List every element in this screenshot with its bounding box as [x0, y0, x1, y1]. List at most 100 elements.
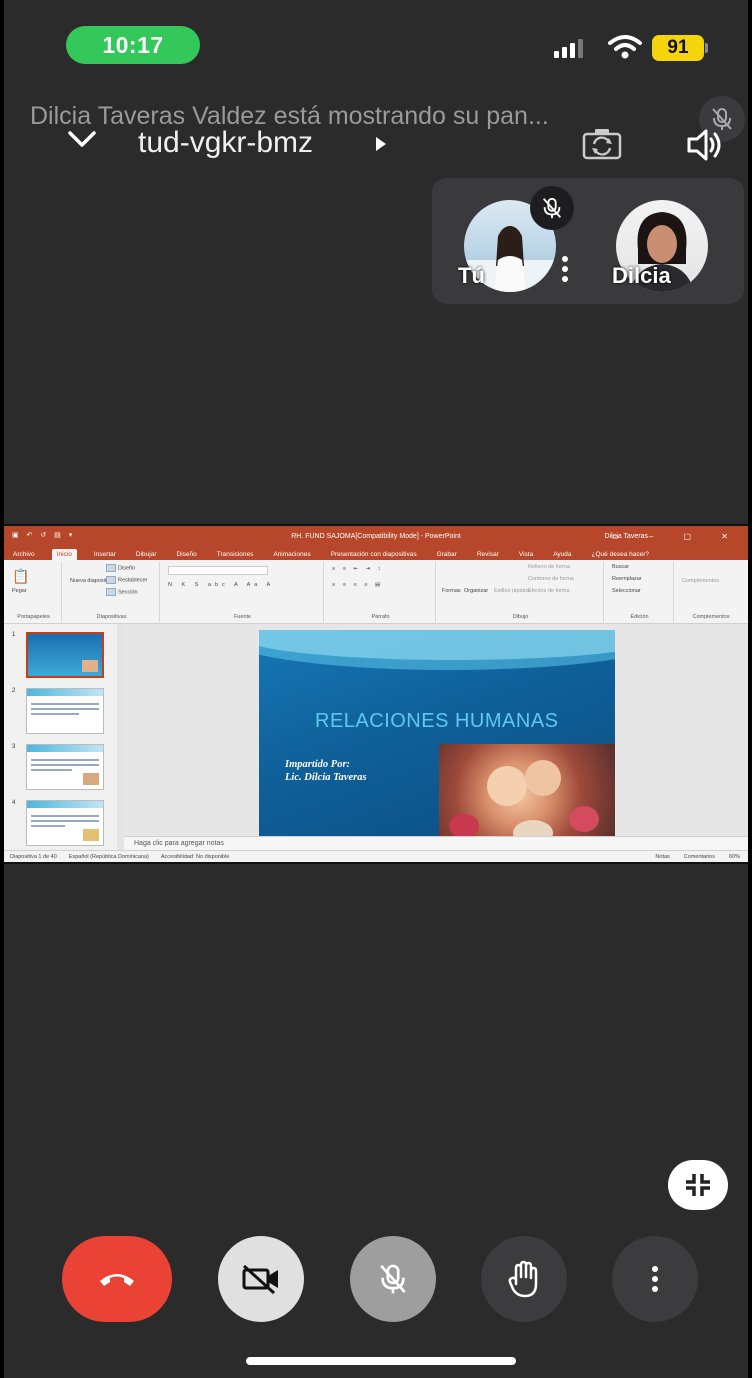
collapse-icon: [686, 1174, 710, 1196]
group-label: Dibujo: [512, 614, 529, 620]
replace-button[interactable]: Reemplazar: [612, 576, 642, 582]
self-muted-icon: [530, 186, 574, 230]
exit-fullscreen-button[interactable]: [668, 1160, 728, 1210]
mic-off-icon: [380, 1264, 406, 1294]
microphone-toggle-button[interactable]: [350, 1236, 436, 1322]
quick-styles-button[interactable]: Estilos rápidos: [494, 588, 530, 594]
raise-hand-button[interactable]: [481, 1236, 567, 1322]
window-controls[interactable]: ▭ – ▢ ✕: [611, 532, 742, 541]
shape-effects-button[interactable]: Efectos de forma: [528, 588, 570, 594]
language[interactable]: Español (República Dominicana): [69, 854, 149, 860]
tab-dibujar[interactable]: Dibujar: [133, 551, 160, 560]
participant-name-dilcia: Dilcia: [612, 263, 671, 288]
battery-icon: [705, 43, 708, 53]
speaker-icon[interactable]: [686, 128, 726, 162]
more-options-icon[interactable]: [560, 256, 570, 282]
camera-toggle-button[interactable]: [218, 1236, 304, 1322]
hang-up-icon: [100, 1274, 134, 1286]
more-vertical-icon: [652, 1266, 658, 1292]
notes-toggle[interactable]: Notas: [655, 854, 669, 860]
shapes-button[interactable]: Formas: [442, 588, 461, 594]
comments-toggle[interactable]: Comentarios: [684, 854, 715, 860]
ribbon-tabs: Archivo Inicio Insertar Dibujar Diseño T…: [4, 546, 748, 560]
wifi-icon: [608, 35, 642, 59]
tell-me-search[interactable]: ¿Qué desea hacer?: [589, 551, 652, 560]
tab-revisar[interactable]: Revisar: [474, 551, 502, 560]
slide-thumbnail[interactable]: [26, 800, 104, 846]
slide-thumbnail[interactable]: [26, 632, 104, 678]
slide-subtitle-line1: Impartido Por:: [285, 759, 351, 770]
thumb-number: 1: [12, 632, 16, 638]
list-buttons[interactable]: ≡ ≡ ⇤ ⇥ ↕: [332, 566, 384, 572]
thumb-number: 4: [12, 800, 16, 806]
reset-button[interactable]: Restablecer: [106, 576, 147, 584]
home-indicator[interactable]: [246, 1357, 516, 1365]
paste-button[interactable]: Pegar: [12, 588, 27, 594]
paste-icon[interactable]: 📋: [12, 568, 29, 585]
tab-inicio[interactable]: Inicio: [51, 549, 77, 560]
slide-subtitle-line2: Lic. Dilcia Taveras: [285, 772, 367, 783]
camera-off-icon: [242, 1264, 278, 1295]
thumb-number: 3: [12, 744, 16, 750]
caret-right-icon[interactable]: [374, 135, 388, 153]
select-button[interactable]: Seleccionar: [612, 588, 641, 594]
tab-animaciones[interactable]: Animaciones: [270, 551, 313, 560]
accessibility[interactable]: Accesibilidad: No disponible: [161, 854, 229, 860]
tab-vista[interactable]: Vista: [516, 551, 536, 560]
arrange-button[interactable]: Organizar: [464, 588, 488, 594]
shared-screen: ▣ ↶ ↺ ▤ ▾ RH. FUND SAJOMA[Compatibility …: [4, 524, 748, 864]
tab-grabar[interactable]: Grabar: [434, 551, 460, 560]
group-clipboard: 📋 Pegar Portapapeles: [6, 562, 62, 622]
group-slides: Nueva diapositiva Diseño Restablecer Sec…: [64, 562, 160, 622]
tab-insertar[interactable]: Insertar: [91, 551, 119, 560]
slide-thumbnail[interactable]: [26, 688, 104, 734]
group-label: Diapositivas: [96, 614, 127, 620]
group-editing: Buscar Reemplazar Seleccionar Edición: [606, 562, 674, 622]
zoom-level[interactable]: 60%: [729, 854, 740, 860]
meet-call-screen: 10:17 91 Dilcia Taveras Valdez está most…: [4, 0, 748, 1378]
slide-title: RELACIONES HUMANAS: [315, 710, 559, 732]
participant-name-self: Tú: [458, 263, 485, 288]
shape-outline-button[interactable]: Contorno de forma: [528, 576, 574, 582]
slide-count: Diapositiva 1 de 40: [10, 853, 57, 860]
layout-button[interactable]: Diseño: [106, 564, 135, 572]
thumb-number: 2: [12, 688, 16, 694]
switch-camera-icon[interactable]: [582, 128, 622, 160]
shape-fill-button[interactable]: Relleno de forma: [528, 564, 570, 570]
end-call-button[interactable]: [62, 1236, 172, 1322]
font-name-input[interactable]: [168, 566, 268, 575]
tab-archivo[interactable]: Archivo: [10, 551, 38, 560]
participants-panel: Tú Dilcia: [432, 178, 744, 304]
align-buttons[interactable]: ≡ ≡ ≡ ≡ ▤: [332, 582, 383, 588]
group-label: Portapapeles: [17, 614, 50, 620]
hand-icon: [508, 1260, 538, 1298]
group-font: N K S abc A Aa A Fuente: [162, 562, 324, 622]
group-label: Edición: [630, 614, 649, 620]
slide-thumbnails: 1 2 3 4 5: [4, 624, 124, 862]
section-button[interactable]: Sección: [106, 588, 138, 596]
status-time[interactable]: 10:17: [66, 26, 200, 64]
battery-level: 91: [652, 35, 704, 61]
tab-ayuda[interactable]: Ayuda: [550, 551, 574, 560]
tab-transiciones[interactable]: Transiciones: [214, 551, 257, 560]
chevron-down-icon[interactable]: [66, 128, 98, 150]
group-addins: Complementos Complementos: [676, 562, 746, 622]
thumbnails-scrollbar[interactable]: [117, 624, 124, 850]
powerpoint-workspace: 1 2 3 4 5 RELACIONES HUMANAS Impartido P…: [4, 624, 748, 862]
meeting-code[interactable]: tud-vgkr-bmz: [138, 126, 313, 160]
tab-presentacion[interactable]: Presentación con diapositivas: [328, 551, 420, 560]
group-label: Complementos: [692, 614, 730, 620]
slide-thumbnail[interactable]: [26, 744, 104, 790]
cellular-signal-icon: [554, 38, 583, 58]
group-label: Párrafo: [371, 614, 390, 620]
addins-button[interactable]: Complementos: [682, 578, 719, 584]
current-slide[interactable]: RELACIONES HUMANAS Impartido Por: Lic. D…: [259, 630, 615, 854]
slide-subtitle: Impartido Por: Lic. Dilcia Taveras: [285, 758, 367, 784]
font-format-buttons[interactable]: N K S abc A Aa A: [168, 582, 274, 588]
group-paragraph: ≡ ≡ ⇤ ⇥ ↕ ≡ ≡ ≡ ≡ ▤ Párrafo: [326, 562, 436, 622]
notes-pane[interactable]: Haga clic para agregar notas: [124, 836, 748, 850]
find-button[interactable]: Buscar: [612, 564, 629, 570]
ribbon: 📋 Pegar Portapapeles Nueva diapositiva D…: [4, 560, 748, 624]
tab-diseno[interactable]: Diseño: [174, 551, 200, 560]
more-options-button[interactable]: [612, 1236, 698, 1322]
